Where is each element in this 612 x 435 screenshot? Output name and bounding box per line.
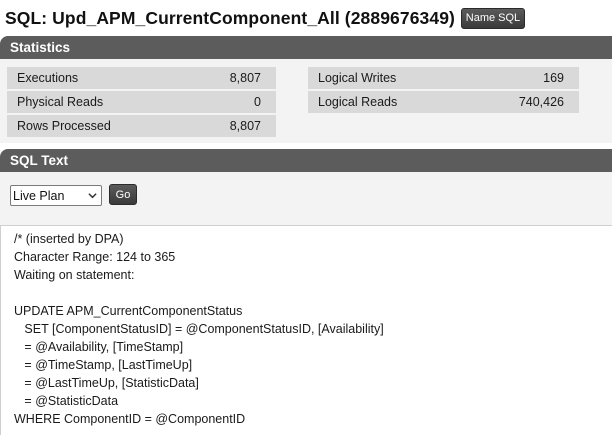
- page-title: SQL: Upd_APM_CurrentComponent_All (28896…: [5, 7, 455, 28]
- stat-row-rows-processed: Rows Processed 8,807: [7, 115, 276, 137]
- sql-line: = @TimeStamp, [LastTimeUp]: [14, 358, 193, 372]
- sql-text-content: /* (inserted by DPA) Character Range: 12…: [1, 226, 612, 428]
- sql-line: SET [ComponentStatusID] = @ComponentStat…: [14, 322, 384, 336]
- statistics-panel: Executions 8,807 Physical Reads 0 Rows P…: [0, 59, 612, 143]
- stat-value: 169: [543, 71, 564, 85]
- stat-label: Logical Writes: [318, 71, 397, 85]
- statistics-section-title: Statistics: [10, 40, 71, 55]
- sql-line: UPDATE APM_CurrentComponentStatus: [14, 304, 243, 318]
- sql-text-section-header: SQL Text: [0, 149, 612, 172]
- sql-line: Waiting on statement:: [14, 268, 135, 282]
- plan-select[interactable]: Live Plan: [10, 185, 102, 206]
- chevron-down-icon: [88, 193, 97, 199]
- sql-text-controls: Live Plan Go: [0, 172, 612, 225]
- name-sql-button[interactable]: Name SQL: [460, 7, 525, 29]
- sql-line: = @StatisticData: [14, 394, 119, 408]
- sql-line: Character Range: 124 to 365: [14, 250, 176, 264]
- sql-text-box: /* (inserted by DPA) Character Range: 12…: [0, 225, 612, 435]
- statistics-section-header: Statistics: [0, 36, 612, 59]
- sql-line: = @Availability, [TimeStamp]: [14, 340, 184, 354]
- stat-row-logical-reads: Logical Reads 740,426: [308, 91, 579, 113]
- stat-value: 740,426: [518, 95, 564, 109]
- page-header: SQL: Upd_APM_CurrentComponent_All (28896…: [5, 4, 525, 32]
- sql-line: /* (inserted by DPA): [14, 232, 124, 246]
- sql-line: = @LastTimeUp, [StatisticData]: [14, 376, 199, 390]
- sql-text-section-title: SQL Text: [10, 153, 69, 168]
- sql-line: WHERE ComponentID = @ComponentID: [14, 412, 246, 426]
- stat-label: Logical Reads: [318, 95, 398, 109]
- stat-value: 8,807: [229, 71, 261, 85]
- stat-label: Rows Processed: [17, 119, 111, 133]
- stat-row-physical-reads: Physical Reads 0: [7, 91, 276, 113]
- plan-select-value: Live Plan: [13, 188, 65, 203]
- stat-label: Physical Reads: [17, 95, 104, 109]
- go-button[interactable]: Go: [109, 184, 137, 205]
- stat-row-logical-writes: Logical Writes 169: [308, 67, 579, 89]
- stat-value: 8,807: [229, 119, 261, 133]
- stat-row-executions: Executions 8,807: [7, 67, 276, 89]
- stat-value: 0: [254, 95, 261, 109]
- stat-label: Executions: [17, 71, 79, 85]
